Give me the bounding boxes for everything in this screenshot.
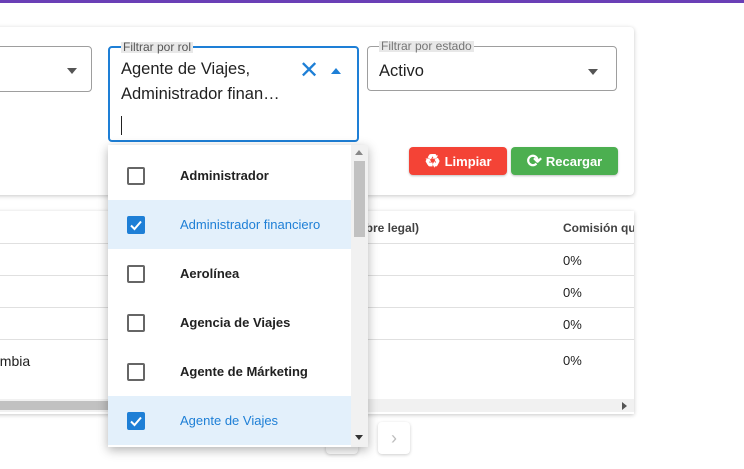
list-item-aerolinea[interactable]: Aerolínea [108, 249, 351, 298]
selected-roles: Agente de Viajes, Administrador finan… [121, 57, 291, 107]
table-cell-pais: ombia [0, 353, 31, 369]
selected-roles-line-2: Administrador finan… [121, 85, 280, 103]
text-caret[interactable] [121, 116, 122, 135]
filter-estado-value: Activo [379, 62, 424, 80]
recargar-button-label: Recargar [545, 153, 603, 169]
chevron-up-icon[interactable] [331, 68, 341, 74]
option-label: Agente de Viajes [180, 413, 279, 428]
option-label: Agente de Márketing [180, 364, 308, 379]
checkbox-unchecked-icon[interactable] [127, 264, 145, 283]
list-item-agencia-de-viajes[interactable]: Agencia de Viajes [108, 298, 351, 347]
checkbox-checked-icon[interactable] [127, 411, 145, 430]
table-cell-comision: 0% [563, 285, 582, 300]
next-page-button[interactable]: › [378, 422, 410, 454]
scroll-up-arrow-icon[interactable] [355, 150, 363, 155]
chevron-down-icon[interactable] [588, 69, 598, 75]
recycle-icon: ♻ [424, 151, 441, 171]
option-label: Administrador [180, 168, 269, 183]
recargar-button[interactable]: ⟳ Recargar [511, 147, 618, 175]
option-label: Aerolínea [180, 266, 240, 281]
list-item-administrador-financiero[interactable]: Administrador financiero [108, 200, 351, 249]
checkbox-checked-icon[interactable] [127, 215, 145, 234]
checkbox-unchecked-icon[interactable] [127, 313, 145, 332]
list-item-agente-de-marketing[interactable]: Agente de Márketing [108, 347, 351, 396]
top-accent-bar [0, 0, 744, 3]
checkbox-unchecked-icon[interactable] [127, 362, 145, 381]
refresh-icon: ⟳ [526, 151, 542, 171]
filter-rol-label: Filtrar por rol [121, 40, 194, 54]
filter-field-previous[interactable] [0, 46, 92, 92]
selected-roles-line-1: Agente de Viajes, [121, 60, 251, 78]
table-cell-comision: 0% [563, 253, 582, 268]
filter-estado-select[interactable]: Filtrar por estado Activo [367, 40, 617, 91]
option-label: Agencia de Viajes [180, 315, 291, 330]
vertical-scroll-thumb[interactable] [354, 161, 365, 237]
table-cell-comision: 0% [563, 317, 582, 332]
chevron-down-icon[interactable] [67, 68, 77, 74]
option-label: Administrador financiero [180, 217, 321, 232]
filter-estado-label: Filtrar por estado [379, 39, 474, 53]
scroll-down-arrow-icon[interactable] [355, 435, 363, 440]
close-icon[interactable]: ✕ [298, 59, 320, 83]
vertical-scrollbar[interactable] [351, 145, 368, 447]
list-item-agente-de-viajes[interactable]: Agente de Viajes [108, 396, 351, 445]
filter-rol-select[interactable]: Filtrar por rol Agente de Viajes, Admini… [108, 41, 359, 142]
table-cell-comision: 0% [563, 353, 582, 368]
limpiar-button-label: Limpiar [444, 153, 492, 169]
chevron-right-icon: › [391, 427, 397, 448]
limpiar-button[interactable]: ♻ Limpiar [409, 147, 507, 175]
scroll-right-arrow-icon[interactable] [622, 402, 627, 410]
list-item-administrador[interactable]: Administrador [108, 151, 351, 200]
checkbox-unchecked-icon[interactable] [127, 166, 145, 185]
rol-options-list: Administrador Administrador financiero A… [108, 145, 368, 447]
column-header-comision[interactable]: Comisión que [563, 221, 634, 235]
